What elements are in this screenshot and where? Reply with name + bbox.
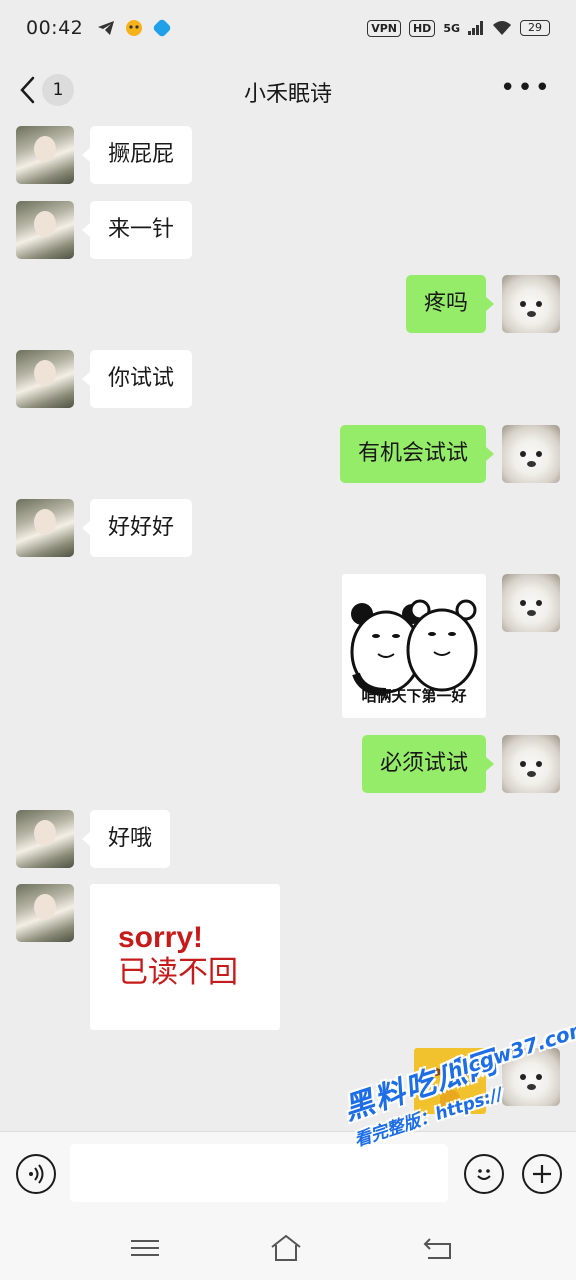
message-bubble[interactable]: 撅屁屁: [81, 126, 193, 184]
emoji-button[interactable]: [464, 1154, 504, 1194]
message-row: sorry! 已读不回: [16, 884, 280, 1030]
message-bubble[interactable]: 来一针: [81, 201, 193, 259]
message-input[interactable]: [70, 1144, 448, 1202]
wifi-icon: [493, 21, 511, 35]
message-row: [414, 1048, 560, 1114]
avatar[interactable]: [16, 201, 74, 259]
message-row: 必须试试: [361, 735, 560, 793]
sticker-caption: 咱俩天下第一好: [361, 687, 467, 705]
status-bar: 00:42 VPN HD 5G 29: [0, 0, 576, 56]
input-bar: [0, 1131, 576, 1215]
home-icon[interactable]: [268, 1233, 304, 1263]
sticker-text-sorry: sorry!: [118, 921, 204, 954]
sorry-sticker[interactable]: sorry! 已读不回: [90, 884, 280, 1030]
back-nav-icon[interactable]: [420, 1233, 456, 1263]
message-bubble[interactable]: 必须试试: [361, 735, 495, 793]
menu-icon[interactable]: [127, 1233, 163, 1263]
panda-sticker[interactable]: 咱俩天下第一好: [342, 574, 486, 718]
chat-title: 小禾眠诗: [243, 82, 332, 107]
plus-icon: [533, 1165, 551, 1183]
message-row: 有机会试试: [339, 425, 560, 483]
message-row: 撅屁屁: [16, 126, 193, 184]
message-row: 来一针: [16, 201, 193, 259]
avatar[interactable]: [16, 126, 74, 184]
avatar[interactable]: [502, 735, 560, 793]
network-5g-label: 5G: [443, 21, 460, 35]
voice-wave-icon: [29, 1164, 44, 1184]
message-bubble[interactable]: 疼吗: [405, 275, 495, 333]
status-time: 00:42: [26, 17, 84, 39]
message-row: 好好好: [16, 499, 193, 557]
hd-badge: HD: [408, 19, 436, 37]
sticker-text-read-no-reply: 已读不回: [118, 955, 238, 990]
app-notification-icon: [126, 20, 143, 36]
more-options-icon[interactable]: •••: [500, 75, 552, 101]
message-bubble[interactable]: 好好好: [81, 499, 193, 557]
message-row: 好哦: [16, 810, 171, 868]
avatar[interactable]: [16, 499, 74, 557]
avatar[interactable]: [502, 425, 560, 483]
message-bubble[interactable]: 好哦: [81, 810, 171, 868]
telegram-icon: [98, 21, 115, 35]
avatar[interactable]: [16, 350, 74, 408]
avatar[interactable]: [502, 574, 560, 632]
avatar[interactable]: [502, 1048, 560, 1106]
app-notification-icon-2: [154, 19, 171, 37]
message-bubble[interactable]: 有机会试试: [339, 425, 495, 483]
vpn-badge: VPN: [367, 19, 401, 37]
chat-header: 1 小禾眠诗 •••: [0, 56, 576, 122]
avatar[interactable]: [16, 810, 74, 868]
avatar[interactable]: [16, 884, 74, 942]
voice-input-button[interactable]: [16, 1154, 56, 1194]
system-navigation-bar: [0, 1215, 576, 1280]
more-functions-button[interactable]: [522, 1154, 562, 1194]
message-row: 咱俩天下第一好: [342, 574, 560, 718]
signal-icon: [468, 21, 483, 35]
message-list[interactable]: 撅屁屁 来一针 疼吗 你试试 有机会试试 好好好 咱俩天下第一好 必须试试 好哦…: [0, 122, 576, 1130]
emoji-sticker[interactable]: [414, 1048, 486, 1114]
avatar[interactable]: [502, 275, 560, 333]
message-row: 疼吗: [405, 275, 560, 333]
message-row: 你试试: [16, 350, 193, 408]
battery-indicator: 29: [520, 20, 550, 36]
smiley-icon: [477, 1169, 491, 1180]
message-bubble[interactable]: 你试试: [81, 350, 193, 408]
